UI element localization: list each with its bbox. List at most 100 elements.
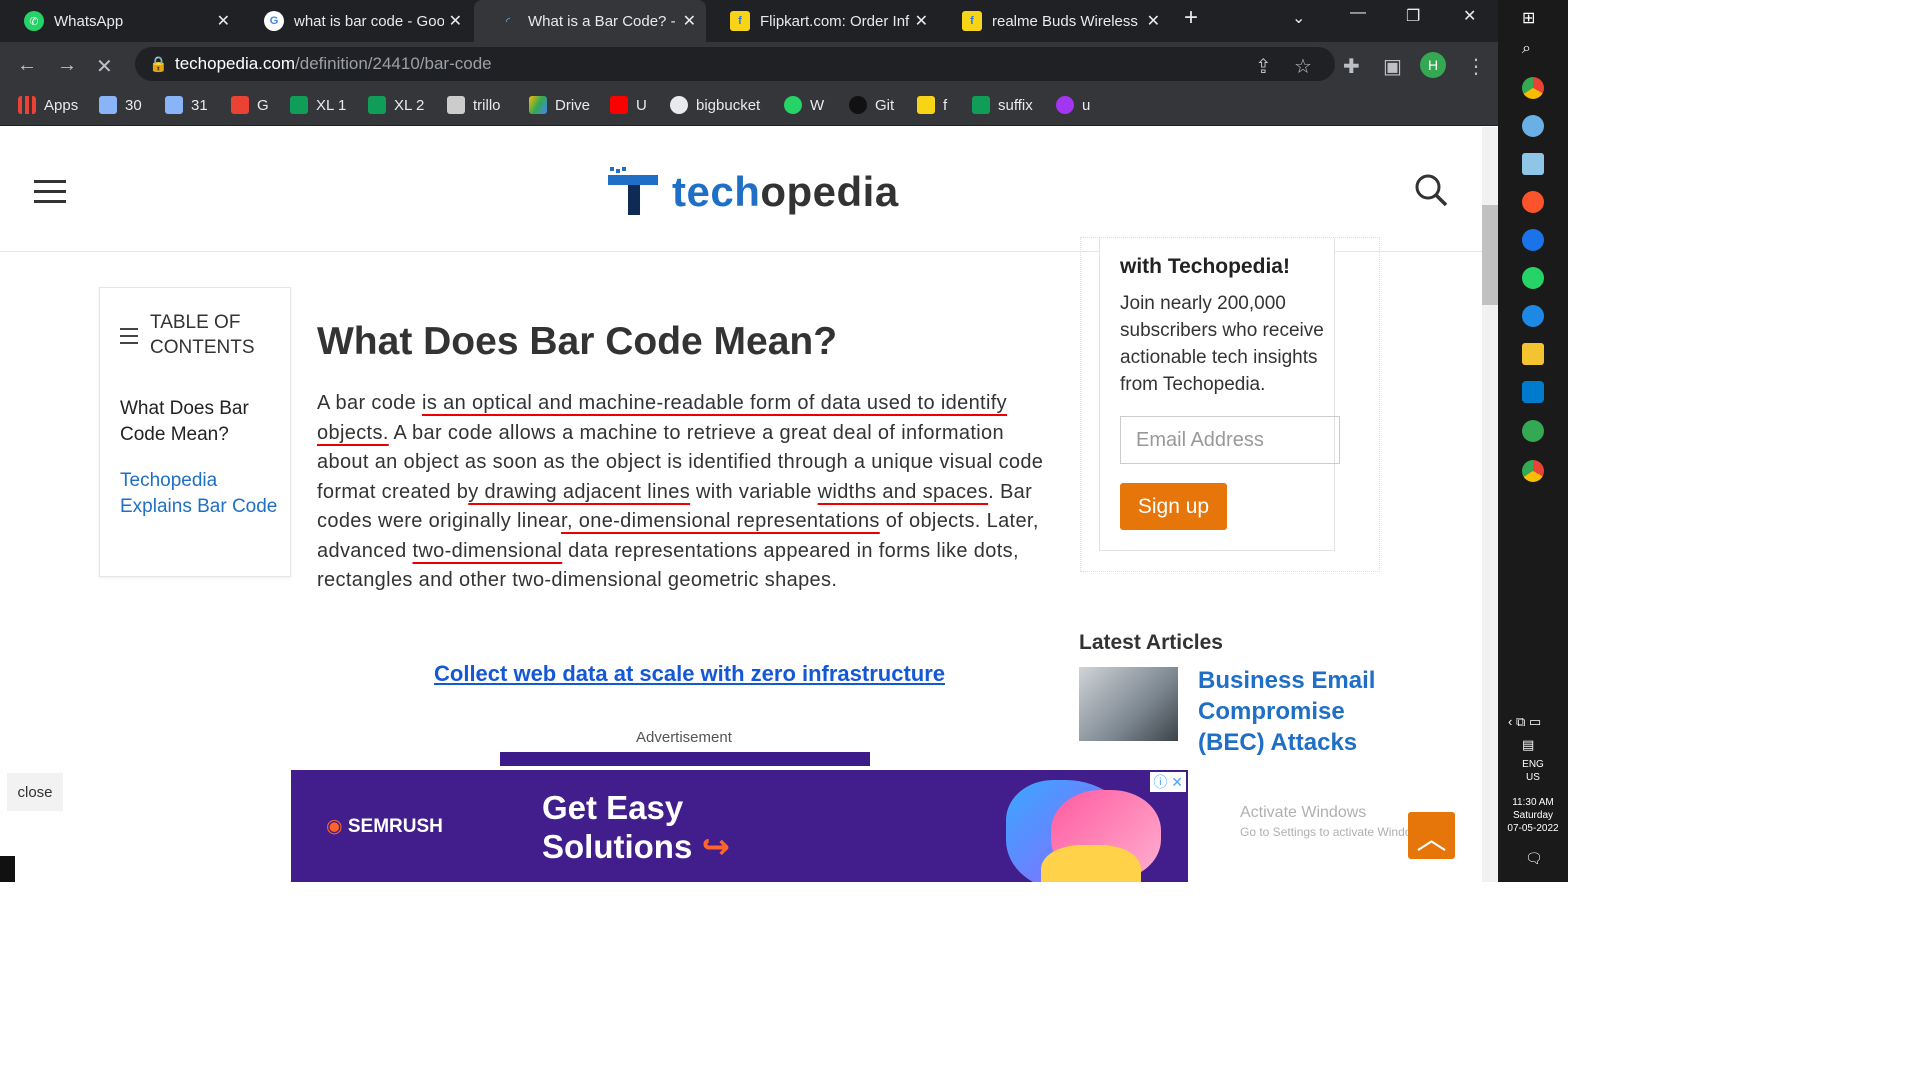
tab-techopedia[interactable]: ◜ What is a Bar Code? - D ✕ [474,0,706,42]
latest-article-link[interactable]: Business Email Compromise (BEC) Attacks [1198,665,1398,758]
close-ad-button[interactable]: close [7,773,63,811]
brand-name: SEMRUSH [347,816,443,837]
latest-articles-heading: Latest Articles [1079,631,1223,654]
bookmark-drive[interactable]: Drive [529,96,590,114]
url-path: /definition/24410/bar-code [295,54,492,73]
bookmark-label: W [810,96,825,114]
bookmark-gmail[interactable]: G [231,96,269,114]
bookmark-label: Drive [555,96,591,114]
bookmark-bigbucket[interactable]: bigbucket [670,96,760,114]
text-run: A bar code [317,392,423,414]
keyboard-icon[interactable]: ▤ [1522,737,1534,753]
tab-title: WhatsApp [54,12,124,30]
sponsored-link[interactable]: Collect web data at scale with zero infr… [434,661,945,687]
bookmark-trillo[interactable]: trillo [447,96,501,114]
whatsapp-icon: ✆ [24,11,44,31]
hamburger-menu-icon[interactable] [34,180,66,210]
search-icon[interactable]: ⌕ [1522,40,1544,62]
close-icon[interactable]: ✕ [915,11,928,31]
tray-chevron-icon[interactable]: ‹ ⧉ ▭ [1508,714,1541,730]
bookmark-30[interactable]: 30 [99,96,142,114]
bookmark-git[interactable]: Git [849,96,894,114]
toc-heading-line: TABLE OF [150,312,241,333]
star-icon[interactable]: ☆ [1294,54,1312,79]
web-page: techopedia TABLE OF CONTENTS What Does Ba… [0,127,1482,882]
tab-title: what is bar code - Goog [294,12,444,30]
bookmark-suffix[interactable]: suffix [972,96,1033,114]
app-icon[interactable] [1522,305,1544,327]
tab-whatsapp[interactable]: ✆ WhatsApp ✕ [0,0,240,42]
article-thumbnail[interactable] [1079,667,1178,741]
search-icon[interactable] [1414,173,1448,207]
bookmark-apps[interactable]: Apps [18,96,78,114]
close-icon[interactable]: ✕ [449,11,462,31]
bookmark-label: f [943,96,948,114]
github-icon [849,96,867,114]
back-icon[interactable]: ← [17,54,37,77]
bookmark-youtube[interactable]: U [610,96,647,114]
notification-icon[interactable]: 🗨 [1525,850,1543,867]
bookmark-31[interactable]: 31 [165,96,208,114]
arrow-right-icon: ↪ [701,828,731,866]
signup-button[interactable]: Sign up [1120,483,1227,530]
underlined-run: two-dimensional [412,539,563,562]
ad-slot[interactable] [500,752,870,766]
bitbucket-icon [670,96,688,114]
bookmark-xl2[interactable]: XL 2 [368,96,424,114]
app-icon[interactable] [1522,420,1544,442]
maps-icon[interactable] [1522,229,1544,251]
close-icon[interactable]: ✕ [217,11,230,31]
tab-realme-buds[interactable]: f realme Buds Wireless 2 ✕ [938,0,1170,42]
scroll-to-top-button[interactable]: ︿ [1408,812,1455,859]
ad-close-icon[interactable]: ⓘ ✕ [1150,772,1186,792]
app-icon[interactable] [1522,153,1544,175]
toc-heading-line: CONTENTS [150,337,255,358]
whatsapp-icon[interactable] [1522,267,1544,289]
ad-banner[interactable]: ◉ SEMRUSH Get Easy Solutions ↪ ⓘ ✕ [291,770,1188,882]
techopedia-logo[interactable]: techopedia [606,167,899,217]
tab-google[interactable]: G what is bar code - Goog ✕ [240,0,472,42]
new-tab-icon[interactable]: + [1184,4,1198,32]
bookmark-whatsapp[interactable]: W [784,96,824,114]
chrome-icon[interactable] [1522,77,1544,99]
restore-icon[interactable]: ❐ [1406,6,1420,26]
tab-strip: ✆ WhatsApp ✕ G what is bar code - Goog ✕… [0,0,1498,42]
email-field[interactable]: Email Address [1120,416,1340,464]
flipkart-icon: f [730,11,750,31]
tab-search-icon[interactable]: ⌄ [1292,8,1305,28]
toc-item-link[interactable]: Techopedia Explains Bar Code [120,468,280,520]
forward-icon[interactable]: → [57,54,77,77]
window-close-icon[interactable]: ✕ [1463,6,1476,26]
bookmark-label: U [636,96,647,114]
bookmark-label: Git [875,96,895,114]
file-explorer-icon[interactable] [1522,343,1544,365]
tray-date: 07-05-2022 [1507,823,1559,834]
sidepanel-icon[interactable]: ▣ [1383,54,1402,79]
tray-language[interactable]: ENG US [1500,758,1566,784]
close-icon[interactable]: ✕ [1147,11,1160,31]
share-icon[interactable]: ⇪ [1255,54,1272,79]
whatsapp-icon [784,96,802,114]
extensions-icon[interactable]: ✚ [1343,54,1360,79]
menu-icon[interactable]: ⋮ [1466,54,1486,79]
tray-time: 11:30 AM [1512,797,1554,808]
activate-windows-title: Activate Windows [1240,804,1367,821]
toc-item-current[interactable]: What Does Bar Code Mean? [120,396,280,448]
app-icon[interactable] [1522,115,1544,137]
tab-flipkart-order[interactable]: f Flipkart.com: Order Info ✕ [706,0,938,42]
minimize-icon[interactable]: — [1350,4,1366,22]
bookmark-u[interactable]: u [1056,96,1090,114]
windows-start-icon[interactable]: ⊞ [1522,8,1544,30]
bookmark-f[interactable]: f [917,96,947,114]
apps-icon [18,96,36,114]
vscode-icon[interactable] [1522,381,1544,403]
address-bar[interactable]: 🔒 techopedia.com/definition/24410/bar-co… [135,47,1335,81]
close-icon[interactable]: ✕ [683,11,696,31]
profile-avatar[interactable]: H [1420,52,1446,78]
brave-icon[interactable] [1522,191,1544,213]
stop-loading-icon[interactable]: ✕ [96,54,113,79]
scrollbar-thumb[interactable] [1482,205,1498,305]
bookmark-xl1[interactable]: XL 1 [290,96,346,114]
tray-clock[interactable]: 11:30 AM Saturday 07-05-2022 [1500,796,1566,835]
chrome-icon[interactable] [1522,460,1544,482]
